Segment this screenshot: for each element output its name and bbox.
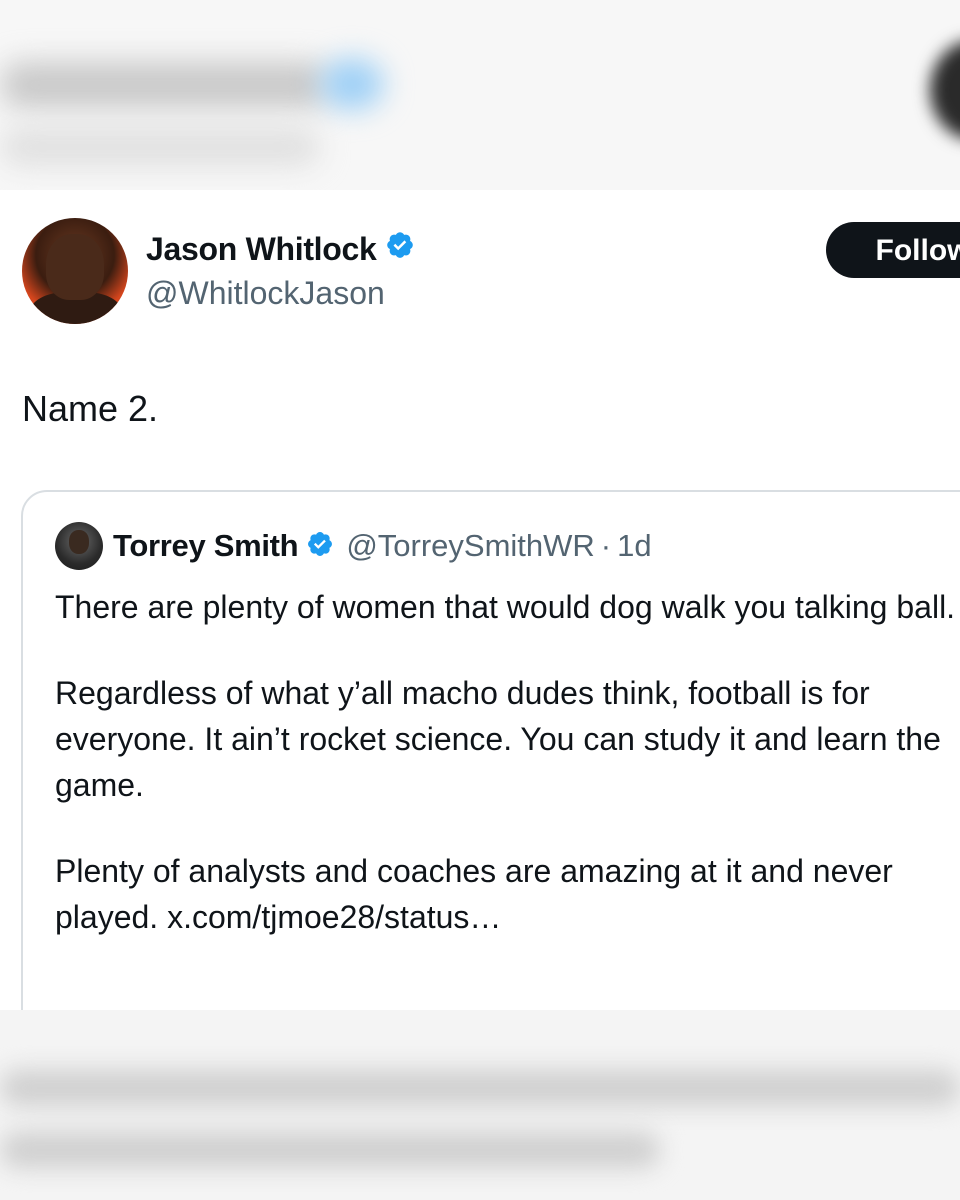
blurred-text bbox=[0, 1132, 660, 1168]
blurred-previous-content bbox=[0, 0, 960, 190]
quoted-paragraph: There are plenty of women that would dog… bbox=[55, 589, 956, 625]
verified-badge-icon bbox=[306, 530, 334, 563]
quoted-author-name[interactable]: Torrey Smith bbox=[113, 528, 299, 564]
blurred-avatar bbox=[930, 40, 960, 140]
author-handle[interactable]: @WhitlockJason bbox=[146, 273, 385, 313]
follow-button[interactable]: Follow bbox=[826, 222, 960, 278]
author-avatar[interactable] bbox=[22, 218, 128, 324]
screenshot: Jason Whitlock @WhitlockJason Follow Nam… bbox=[0, 0, 960, 1200]
blurred-text bbox=[0, 62, 330, 108]
meta-separator: · bbox=[600, 528, 612, 563]
quoted-tweet[interactable]: Torrey Smith @TorreySmithWR · 1d There a… bbox=[21, 490, 960, 1050]
blurred-badge bbox=[320, 58, 384, 110]
blurred-next-content bbox=[0, 1010, 960, 1200]
tweet-text: Name 2. bbox=[22, 388, 159, 429]
quoted-tweet-age[interactable]: 1d bbox=[617, 528, 651, 564]
quoted-author-handle[interactable]: @TorreySmithWR bbox=[346, 528, 594, 564]
author-name-text[interactable]: Jason Whitlock bbox=[146, 229, 377, 269]
quoted-tweet-header: Torrey Smith @TorreySmithWR · 1d bbox=[113, 524, 652, 568]
blurred-text bbox=[0, 1070, 960, 1106]
verified-badge-icon bbox=[385, 229, 415, 269]
quoted-paragraph: Plenty of analysts and coaches are amazi… bbox=[55, 853, 893, 935]
author-name[interactable]: Jason Whitlock bbox=[146, 229, 415, 269]
avatar-face bbox=[69, 530, 89, 554]
avatar-face bbox=[46, 234, 104, 300]
quoted-paragraph: Regardless of what y’all macho dudes thi… bbox=[55, 675, 941, 803]
quoted-author-avatar[interactable] bbox=[55, 522, 103, 570]
blurred-text bbox=[0, 128, 320, 166]
quoted-tweet-body: There are plenty of women that would dog… bbox=[55, 584, 960, 980]
